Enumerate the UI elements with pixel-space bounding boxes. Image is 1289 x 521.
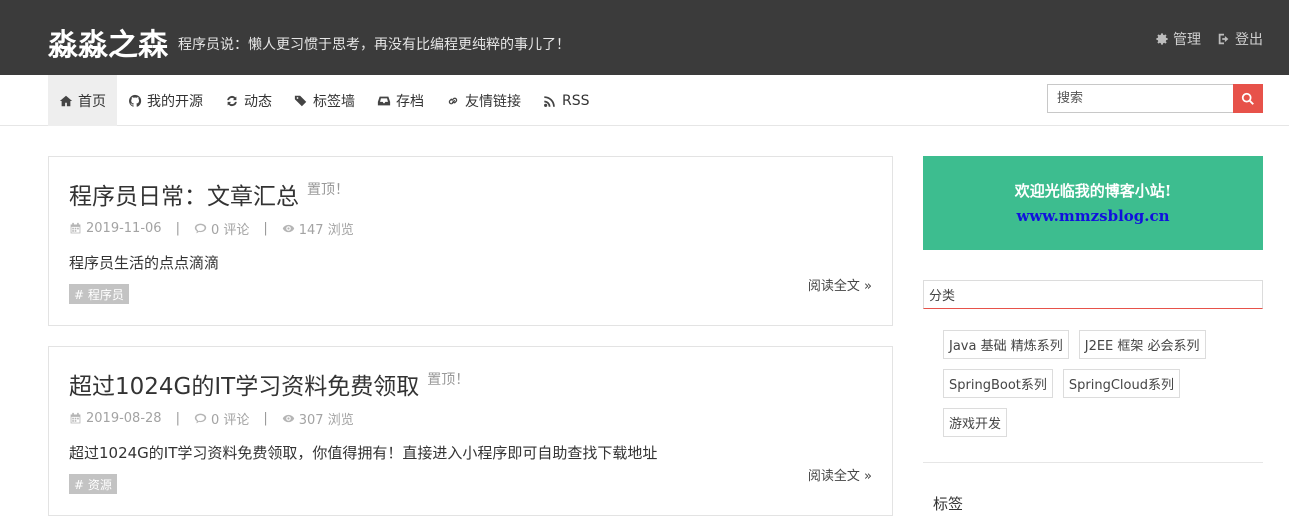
read-more-link[interactable]: 阅读全文 » (808, 465, 872, 484)
site-header: 淼淼之森 程序员说：懒人更习惯于思考，再没有比编程更纯粹的事儿了！ 管理 登出 (0, 0, 1289, 75)
search-button[interactable] (1233, 84, 1263, 113)
post-card: 超过1024G的IT学习资料免费领取 置顶！ 2019-08-28 | 0 评论… (48, 346, 893, 516)
nav-item-label: 存档 (396, 93, 424, 110)
post-views-text: 147 浏览 (298, 223, 354, 238)
post-comments-text: 0 评论 (210, 223, 250, 238)
main-nav: 首页 我的开源 动态 标签墙 存档 友情链接 RSS (0, 75, 1289, 126)
post-meta: 2019-11-06 | 0 评论 | 147 浏览 (69, 219, 354, 238)
header-links: 管理 登出 (1155, 29, 1263, 49)
post-title-row: 程序员日常：文章汇总 置顶！ (69, 177, 349, 211)
post-views-text: 307 浏览 (298, 413, 354, 428)
post-summary: 超过1024G的IT学习资料免费领取，你值得拥有！直接进入小程序即可自助查找下载… (69, 444, 658, 462)
nav-item-archive[interactable]: 存档 (366, 75, 435, 126)
nav-items: 首页 我的开源 动态 标签墙 存档 友情链接 RSS (48, 75, 601, 126)
post-title[interactable]: 程序员日常：文章汇总 (69, 177, 299, 211)
tags-title: 标签 (933, 495, 964, 513)
post-tag[interactable]: # 资源 (69, 474, 117, 494)
read-more-link[interactable]: 阅读全文 » (808, 275, 872, 294)
admin-link[interactable]: 管理 (1155, 29, 1201, 49)
nav-item-label: 我的开源 (147, 93, 203, 110)
search-icon (1241, 92, 1254, 105)
post-meta: 2019-08-28 | 0 评论 | 307 浏览 (69, 409, 354, 428)
post-summary: 程序员生活的点点滴滴 (69, 254, 220, 272)
category-item[interactable]: 游戏开发 (943, 408, 1008, 437)
eye-icon (282, 224, 294, 233)
nav-item-activity[interactable]: 动态 (214, 75, 283, 126)
welcome-banner: 欢迎光临我的博客小站! www.mmzsblog.cn (923, 156, 1263, 250)
site-slogan: 程序员说：懒人更习惯于思考，再没有比编程更纯粹的事儿了！ (178, 37, 570, 53)
nav-item-home[interactable]: 首页 (48, 75, 117, 126)
pinned-badge: 置顶！ (307, 182, 349, 198)
logout-link[interactable]: 登出 (1217, 29, 1263, 49)
welcome-text: 欢迎光临我的博客小站! (1014, 182, 1172, 200)
nav-item-label: 动态 (244, 93, 272, 110)
categories-title: 分类 (923, 280, 1263, 309)
post-card: 程序员日常：文章汇总 置顶！ 2019-11-06 | 0 评论 | 147 浏… (48, 156, 893, 326)
refresh-icon (227, 95, 237, 106)
nav-item-rss[interactable]: RSS (532, 75, 601, 126)
nav-item-label: 标签墙 (313, 93, 355, 110)
search-input[interactable] (1047, 84, 1233, 113)
rss-icon (544, 95, 555, 107)
post-date: 2019-11-06 (69, 221, 162, 236)
nav-item-friend-links[interactable]: 友情链接 (435, 75, 532, 126)
nav-item-label: 友情链接 (465, 93, 521, 110)
site-brand[interactable]: 淼淼之森 (48, 20, 168, 64)
eye-icon (282, 414, 294, 423)
logout-label: 登出 (1235, 32, 1263, 48)
nav-item-label: RSS (562, 92, 590, 109)
calendar-icon (70, 412, 81, 424)
tags-icon (294, 95, 307, 106)
nav-item-label: 首页 (78, 93, 106, 110)
comment-icon (194, 413, 207, 424)
admin-label: 管理 (1173, 32, 1201, 48)
link-icon (448, 97, 458, 104)
comment-icon (194, 223, 207, 234)
post-comments[interactable]: 0 评论 (194, 219, 249, 238)
nav-item-tags[interactable]: 标签墙 (283, 75, 366, 126)
sidebar-divider (923, 462, 1263, 463)
category-item[interactable]: J2EE 框架 必会系列 (1078, 330, 1206, 359)
post-title-row: 超过1024G的IT学习资料免费领取 置顶！ (69, 367, 469, 401)
post-comments[interactable]: 0 评论 (194, 409, 249, 428)
pinned-badge: 置顶！ (427, 372, 470, 388)
meta-separator: | (263, 411, 268, 426)
meta-separator: | (175, 411, 180, 426)
category-list: Java 基础 精炼系列 J2EE 框架 必会系列 SpringBoot系列 S… (943, 330, 1243, 437)
home-icon (59, 95, 73, 106)
search-box (1047, 84, 1263, 113)
post-date-text: 2019-11-06 (86, 221, 162, 236)
post-date: 2019-08-28 (69, 411, 162, 426)
gear-icon (1156, 33, 1168, 45)
calendar-icon (70, 222, 81, 234)
welcome-site-link[interactable]: www.mmzsblog.cn (923, 207, 1263, 225)
nav-item-open-source[interactable]: 我的开源 (117, 75, 214, 126)
category-item[interactable]: SpringCloud系列 (1062, 369, 1180, 398)
post-date-text: 2019-08-28 (86, 411, 162, 426)
post-views: 307 浏览 (282, 409, 354, 428)
category-item[interactable]: Java 基础 精炼系列 (943, 330, 1069, 359)
meta-separator: | (263, 221, 268, 236)
sign-out-icon (1218, 33, 1229, 45)
meta-separator: | (175, 221, 180, 236)
post-comments-text: 0 评论 (210, 413, 250, 428)
post-tag[interactable]: # 程序员 (69, 284, 129, 304)
github-icon (128, 94, 142, 107)
category-item[interactable]: SpringBoot系列 (943, 369, 1053, 398)
post-views: 147 浏览 (282, 219, 354, 238)
inbox-icon (377, 96, 391, 105)
post-title[interactable]: 超过1024G的IT学习资料免费领取 (69, 367, 419, 401)
